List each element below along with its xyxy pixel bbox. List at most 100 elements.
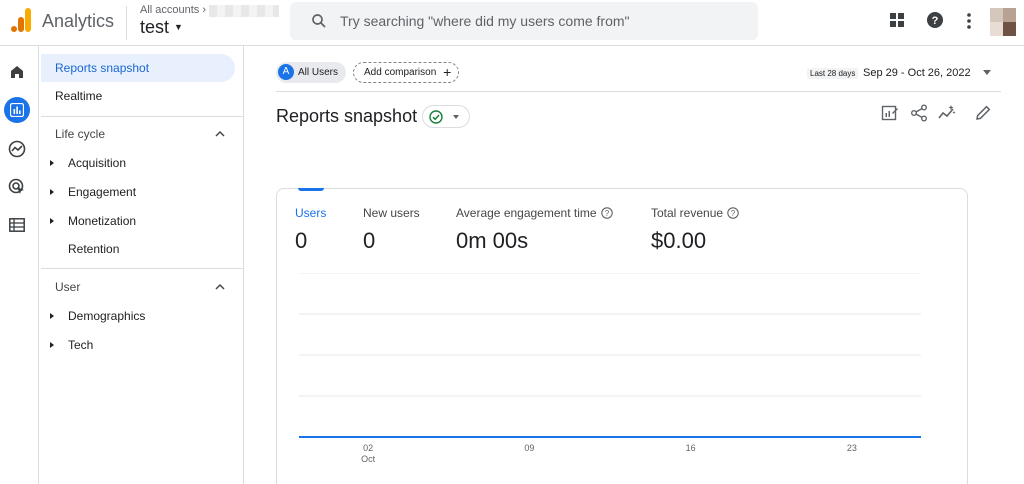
chevron-right-icon: › bbox=[202, 4, 207, 16]
nav-item-label: Tech bbox=[68, 338, 94, 352]
check-circle-icon bbox=[429, 110, 443, 124]
customize-report-icon[interactable] bbox=[881, 104, 899, 122]
caret-down-icon bbox=[453, 115, 459, 119]
metric-tab-users[interactable]: Users 0 bbox=[295, 206, 326, 254]
search-icon bbox=[312, 14, 326, 28]
rail-advertising[interactable] bbox=[4, 174, 30, 200]
nav-monetization[interactable]: Monetization bbox=[41, 207, 235, 235]
nav-item-label: Reports snapshot bbox=[55, 61, 150, 75]
metric-value: 0m 00s bbox=[456, 228, 529, 253]
chart-x-month-label: Oct bbox=[361, 454, 376, 464]
chart-x-tick-label: 09 bbox=[524, 443, 534, 453]
segment-badge: A bbox=[278, 64, 294, 80]
nav-realtime[interactable]: Realtime bbox=[41, 82, 235, 110]
overview-card: Users 0 New users 0 Average engagement t… bbox=[276, 188, 968, 484]
info-icon[interactable]: ? bbox=[727, 207, 739, 219]
svg-text:?: ? bbox=[604, 209, 609, 218]
metric-tab-new-users[interactable]: New users 0 bbox=[363, 206, 420, 254]
reports-icon bbox=[10, 103, 24, 117]
users-line-chart: 02 09 16 23 Oct bbox=[299, 273, 921, 464]
metric-tab-average-engagement-time[interactable]: Average engagement time ? 0m 00s bbox=[456, 206, 613, 254]
nav-item-label: Acquisition bbox=[68, 156, 127, 170]
caret-down-icon[interactable]: ▼ bbox=[174, 22, 183, 32]
plus-icon: + bbox=[443, 64, 452, 80]
svg-text:?: ? bbox=[932, 15, 939, 27]
rail-reports[interactable] bbox=[4, 97, 30, 123]
nav-section-life-cycle[interactable]: Life cycle bbox=[55, 127, 105, 141]
share-icon[interactable] bbox=[910, 104, 928, 122]
nav-item-label: Realtime bbox=[55, 89, 103, 103]
left-rail bbox=[0, 46, 39, 484]
add-comparison-label: Add comparison bbox=[364, 67, 437, 78]
metric-value: 0 bbox=[295, 228, 308, 253]
help-icon[interactable]: ? bbox=[926, 11, 944, 29]
active-tab-indicator bbox=[298, 188, 324, 191]
insights-icon[interactable] bbox=[938, 104, 956, 122]
metric-label-row: Total revenue ? bbox=[651, 206, 739, 220]
segment-label: All Users bbox=[298, 67, 339, 78]
chart-x-tick-label: 23 bbox=[847, 443, 857, 453]
apps-grid-icon[interactable] bbox=[889, 12, 905, 28]
chevron-up-icon[interactable] bbox=[215, 283, 225, 291]
nav-divider bbox=[41, 268, 244, 269]
more-vert-icon[interactable] bbox=[964, 12, 974, 30]
rail-configure[interactable] bbox=[4, 212, 30, 238]
search-bar[interactable]: Try searching "where did my users come f… bbox=[290, 2, 758, 40]
expand-arrow-icon bbox=[50, 189, 54, 195]
metric-value: 0 bbox=[363, 228, 376, 253]
metric-label: Average engagement time bbox=[456, 206, 597, 220]
top-bar: Analytics All accounts › test ▼ Try sear… bbox=[0, 0, 1024, 46]
date-range-picker[interactable]: Sep 29 - Oct 26, 2022 bbox=[863, 67, 971, 79]
nav-item-label: Retention bbox=[68, 242, 120, 256]
caret-down-icon[interactable] bbox=[983, 70, 991, 75]
expand-arrow-icon bbox=[50, 313, 54, 319]
explore-icon bbox=[8, 140, 26, 158]
segment-chip-all-users[interactable]: A All Users bbox=[276, 62, 347, 83]
rail-explore[interactable] bbox=[4, 136, 30, 162]
metric-value: $0.00 bbox=[651, 228, 707, 253]
metric-label: New users bbox=[363, 206, 420, 220]
search-placeholder: Try searching "where did my users come f… bbox=[340, 13, 630, 29]
chevron-up-icon[interactable] bbox=[215, 130, 225, 138]
advertising-icon bbox=[8, 178, 24, 194]
nav-demographics[interactable]: Demographics bbox=[41, 302, 235, 330]
metric-tab-total-revenue[interactable]: Total revenue ? $0.00 bbox=[651, 206, 739, 254]
metric-label: Total revenue bbox=[651, 206, 724, 220]
avatar[interactable] bbox=[990, 8, 1016, 36]
svg-text:?: ? bbox=[731, 209, 736, 218]
page-title: Reports snapshot bbox=[276, 106, 418, 126]
all-accounts-breadcrumb[interactable]: All accounts › bbox=[140, 4, 206, 16]
app-name: Analytics bbox=[42, 11, 115, 31]
header-divider bbox=[276, 91, 1001, 92]
nav-section-user[interactable]: User bbox=[55, 280, 80, 294]
metric-label-row: Average engagement time ? bbox=[456, 206, 613, 220]
metric-label: Users bbox=[295, 206, 327, 220]
nav-engagement[interactable]: Engagement bbox=[41, 178, 235, 206]
chart-x-tick-label: 02 bbox=[363, 443, 373, 453]
nav-reports-snapshot[interactable]: Reports snapshot bbox=[41, 54, 235, 82]
reports-nav: Reports snapshot Realtime Life cycle Acq… bbox=[39, 46, 244, 484]
redacted-account-path bbox=[209, 5, 279, 17]
nav-acquisition[interactable]: Acquisition bbox=[41, 149, 235, 177]
rail-home[interactable] bbox=[4, 59, 30, 85]
nav-item-label: Demographics bbox=[68, 309, 146, 323]
account-selector[interactable]: test bbox=[140, 17, 169, 38]
expand-arrow-icon bbox=[50, 342, 54, 348]
expand-arrow-icon bbox=[50, 160, 54, 166]
divider bbox=[126, 6, 127, 40]
nav-item-label: Engagement bbox=[68, 185, 137, 199]
home-icon bbox=[11, 66, 23, 78]
edit-icon[interactable] bbox=[974, 104, 992, 122]
all-accounts-label: All accounts bbox=[140, 4, 200, 16]
nav-retention[interactable]: Retention bbox=[41, 235, 235, 263]
report-status-dropdown[interactable] bbox=[422, 105, 470, 128]
expand-arrow-icon bbox=[50, 218, 54, 224]
nav-divider bbox=[41, 116, 244, 117]
analytics-logo-icon[interactable] bbox=[10, 8, 32, 32]
nav-item-label: Monetization bbox=[68, 214, 137, 228]
add-comparison-button[interactable]: Add comparison + bbox=[353, 62, 460, 83]
date-preset-label: Last 28 days bbox=[807, 68, 859, 79]
info-icon[interactable]: ? bbox=[600, 207, 613, 219]
configure-icon bbox=[9, 218, 25, 232]
nav-tech[interactable]: Tech bbox=[41, 331, 235, 359]
